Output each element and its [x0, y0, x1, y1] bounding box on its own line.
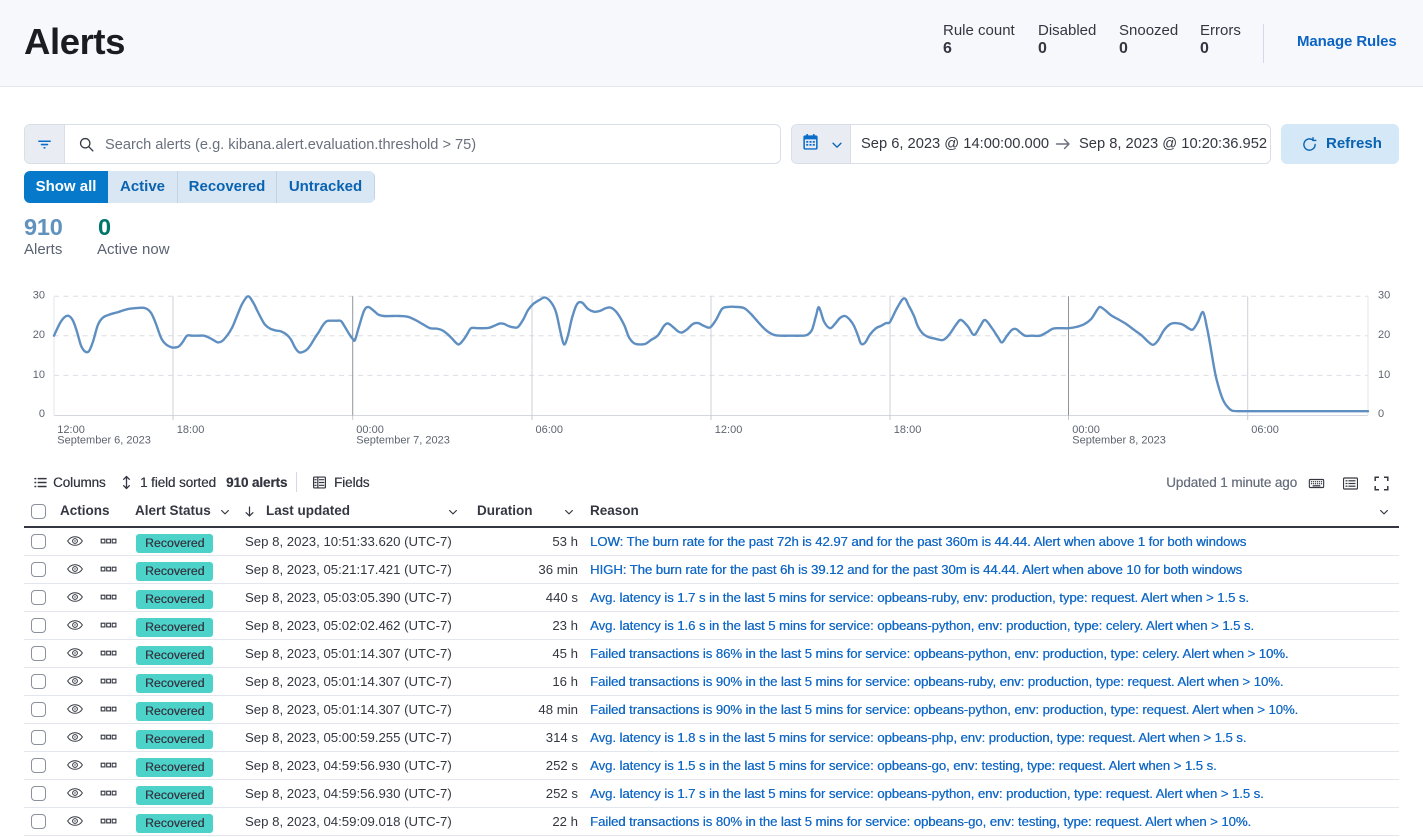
svg-text:06:00: 06:00 [536, 424, 564, 436]
svg-text:0: 0 [39, 408, 45, 420]
svg-text:0: 0 [1378, 408, 1384, 420]
svg-text:18:00: 18:00 [177, 424, 205, 436]
svg-text:30: 30 [33, 290, 45, 302]
svg-text:06:00: 06:00 [1251, 424, 1279, 436]
svg-text:10: 10 [1378, 369, 1390, 381]
svg-text:September 6, 2023: September 6, 2023 [57, 435, 151, 447]
svg-text:20: 20 [1378, 329, 1390, 341]
svg-text:September 7, 2023: September 7, 2023 [356, 435, 450, 447]
svg-text:30: 30 [1378, 290, 1390, 302]
svg-text:20: 20 [33, 329, 45, 341]
svg-text:September 8, 2023: September 8, 2023 [1072, 435, 1166, 447]
svg-text:12:00: 12:00 [715, 424, 743, 436]
svg-text:10: 10 [33, 369, 45, 381]
svg-text:18:00: 18:00 [894, 424, 922, 436]
